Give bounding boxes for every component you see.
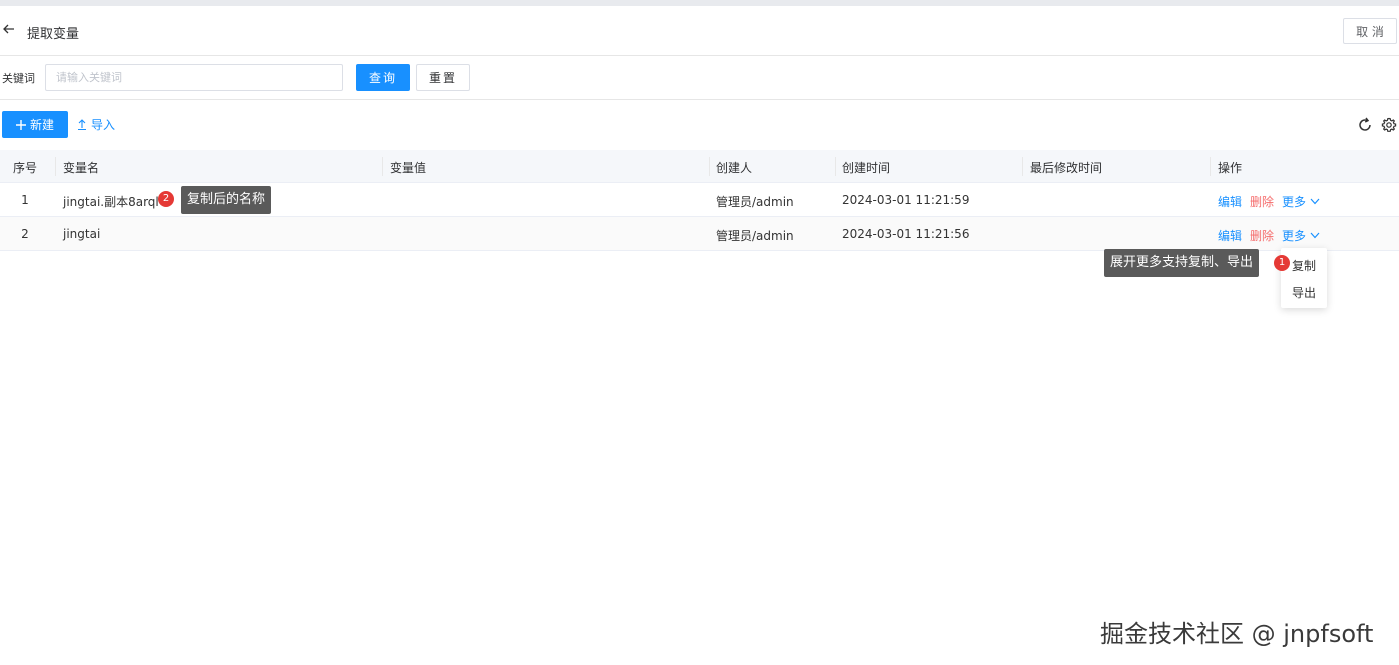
reset-button[interactable]: 重置 bbox=[416, 64, 470, 91]
column-divider bbox=[1022, 157, 1023, 176]
more-label: 更多 bbox=[1282, 195, 1307, 209]
annotation-badge: 1 bbox=[1274, 255, 1290, 271]
column-divider bbox=[382, 157, 383, 176]
delete-link[interactable]: 删除 bbox=[1250, 193, 1274, 210]
chevron-down-icon bbox=[1310, 198, 1320, 205]
edit-link[interactable]: 编辑 bbox=[1218, 193, 1242, 210]
upload-icon bbox=[78, 119, 86, 130]
dropdown-item-export[interactable]: 导出 bbox=[1281, 284, 1327, 301]
annotation-badge: 2 bbox=[158, 191, 174, 207]
row-creator: 管理员/admin bbox=[716, 195, 794, 209]
keyword-label: 关键词 bbox=[2, 72, 35, 85]
row-variable-name: jingtai.副本8arql bbox=[63, 195, 159, 209]
table-header: 序号 变量名 变量值 创建人 创建时间 最后修改时间 操作 bbox=[0, 150, 1399, 183]
annotation-tooltip: 展开更多支持复制、导出 bbox=[1104, 249, 1260, 277]
page-header: 提取变量 取 消 bbox=[0, 6, 1399, 56]
more-menu-trigger[interactable]: 更多 bbox=[1282, 227, 1320, 244]
col-header-name: 变量名 bbox=[63, 161, 100, 175]
import-button-label: 导入 bbox=[91, 118, 116, 132]
col-header-actions: 操作 bbox=[1218, 161, 1243, 175]
row-creator: 管理员/admin bbox=[716, 229, 794, 243]
annotation-tooltip: 复制后的名称 bbox=[181, 186, 272, 214]
search-button[interactable]: 查询 bbox=[356, 64, 410, 91]
table-row: 2 jingtai 管理员/admin 2024-03-01 11:21:56 … bbox=[0, 217, 1399, 251]
filter-bar: 关键词 查询 重置 bbox=[0, 57, 1399, 100]
col-header-index: 序号 bbox=[13, 161, 38, 175]
col-header-value: 变量值 bbox=[390, 161, 427, 175]
refresh-icon[interactable] bbox=[1357, 117, 1373, 133]
row-index: 2 bbox=[21, 227, 29, 241]
settings-gear-icon[interactable] bbox=[1381, 117, 1397, 133]
column-divider bbox=[1210, 157, 1211, 176]
col-header-creator: 创建人 bbox=[716, 161, 753, 175]
column-divider bbox=[55, 157, 56, 176]
edit-link[interactable]: 编辑 bbox=[1218, 227, 1242, 244]
plus-icon bbox=[15, 119, 26, 130]
watermark: 掘金技术社区 @ jnpfsoft bbox=[1100, 620, 1374, 648]
new-button-label: 新建 bbox=[29, 118, 54, 132]
column-divider bbox=[835, 157, 836, 176]
row-variable-name: jingtai bbox=[63, 227, 101, 241]
column-divider bbox=[709, 157, 710, 176]
col-header-modified: 最后修改时间 bbox=[1030, 161, 1103, 175]
col-header-created: 创建时间 bbox=[842, 161, 891, 175]
row-index: 1 bbox=[21, 193, 29, 207]
import-button[interactable]: 导入 bbox=[77, 111, 115, 138]
chevron-down-icon bbox=[1310, 232, 1320, 239]
back-arrow-icon[interactable] bbox=[2, 22, 16, 36]
more-label: 更多 bbox=[1282, 229, 1307, 243]
new-button[interactable]: 新建 bbox=[2, 111, 68, 138]
keyword-input[interactable] bbox=[45, 64, 343, 91]
cancel-button[interactable]: 取 消 bbox=[1343, 18, 1397, 44]
delete-link[interactable]: 删除 bbox=[1250, 227, 1274, 244]
row-created-time: 2024-03-01 11:21:59 bbox=[842, 193, 970, 207]
more-menu-trigger[interactable]: 更多 bbox=[1282, 193, 1320, 210]
row-created-time: 2024-03-01 11:21:56 bbox=[842, 227, 970, 241]
table-toolbar: 新建 导入 bbox=[0, 111, 1399, 139]
page-title: 提取变量 bbox=[27, 27, 80, 42]
